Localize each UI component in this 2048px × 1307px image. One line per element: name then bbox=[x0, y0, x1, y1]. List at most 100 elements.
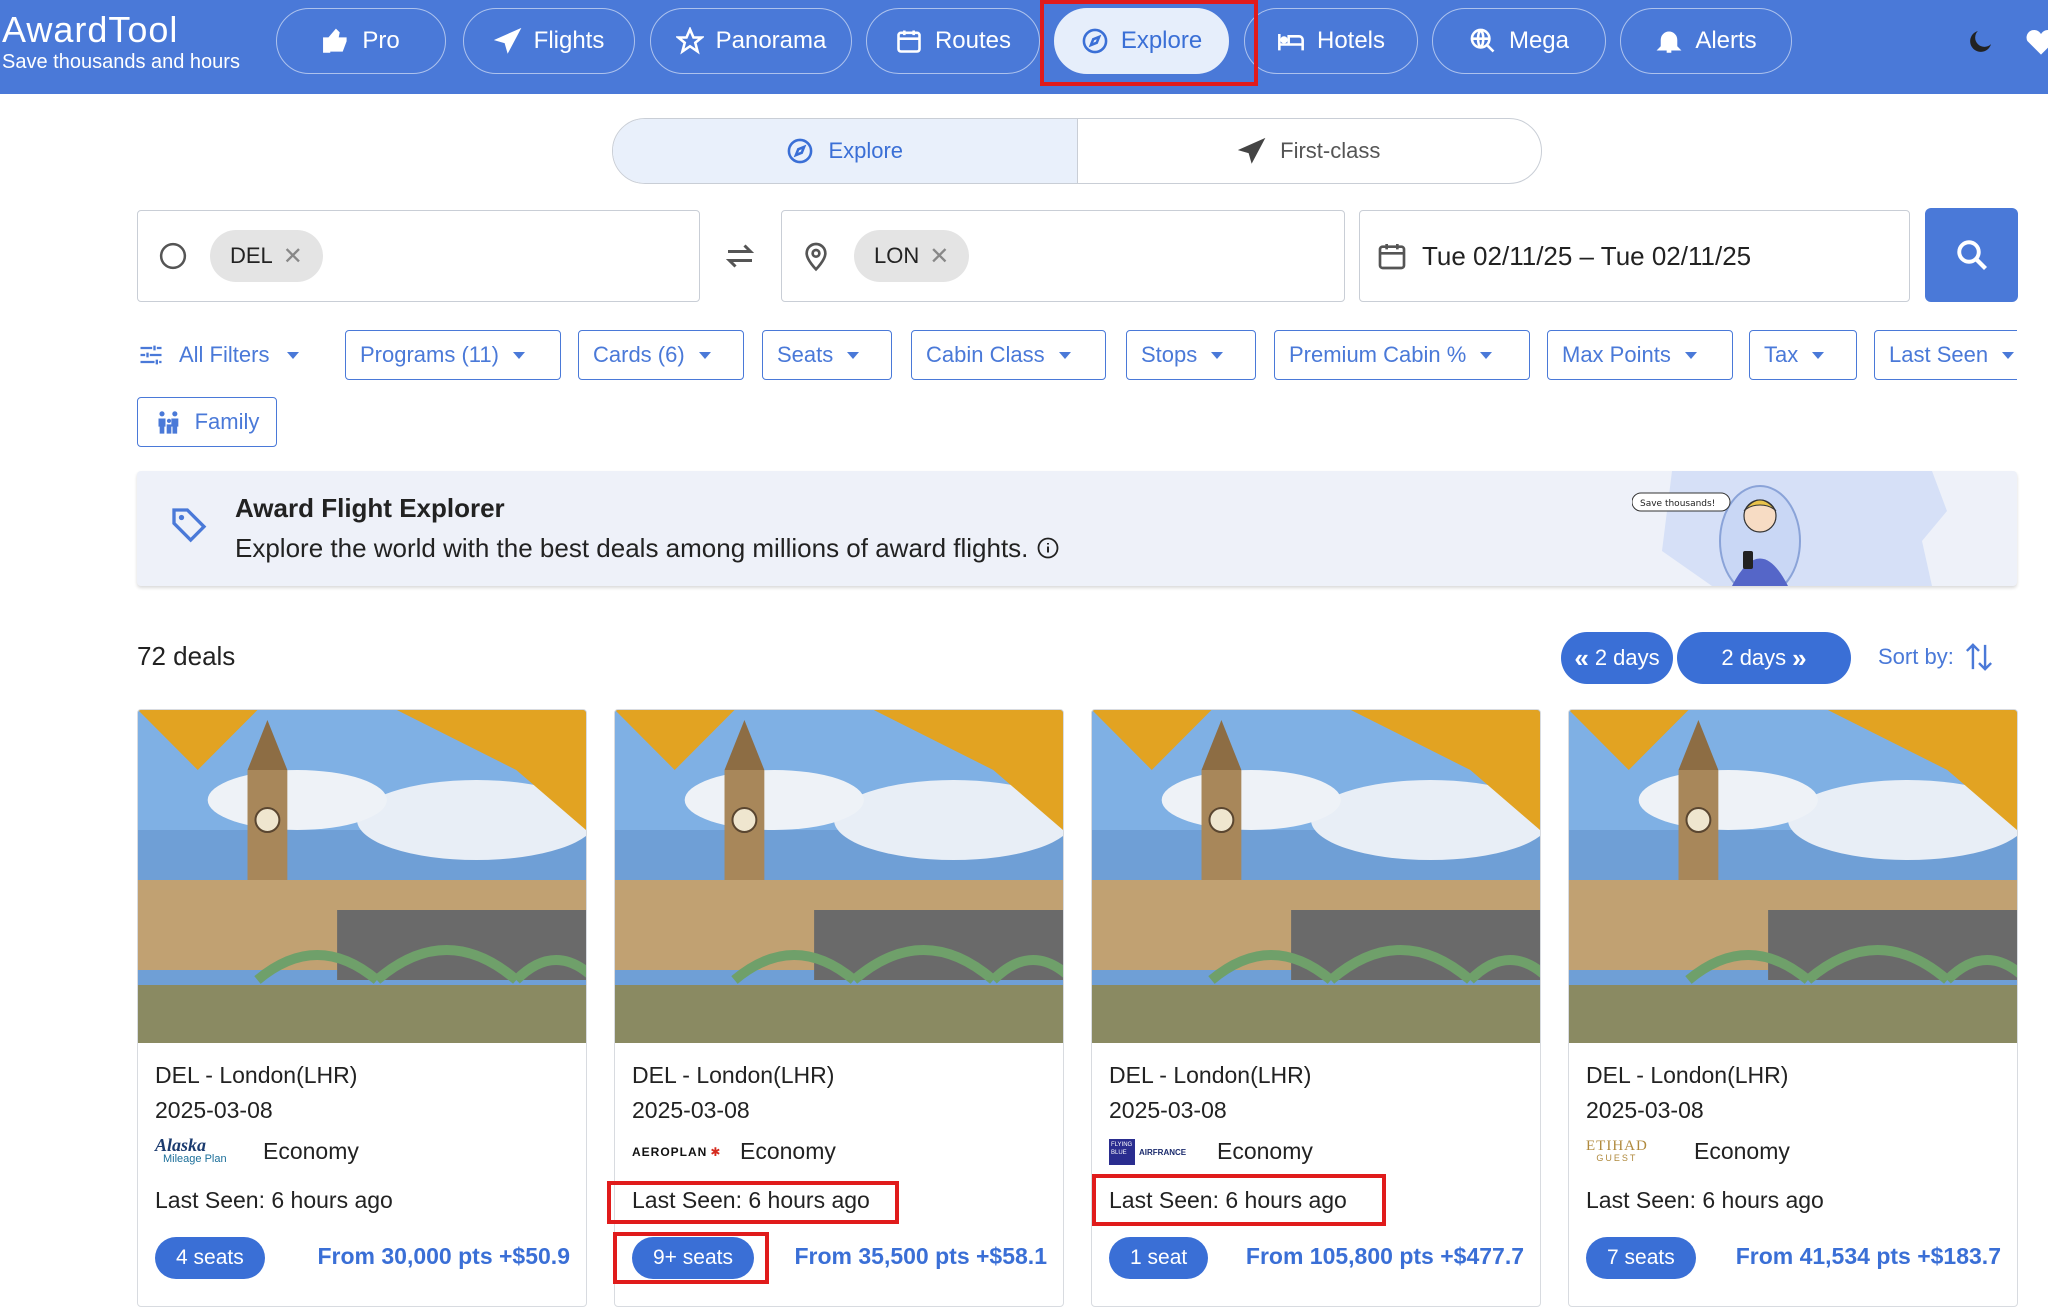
nav-flights[interactable]: Flights bbox=[463, 8, 635, 74]
deal-card[interactable]: DEL - London(LHR) 2025-03-08 AEROPLAN ✱ … bbox=[614, 709, 1064, 1307]
filter-label: Premium Cabin % bbox=[1289, 342, 1467, 367]
deal-card[interactable]: DEL - London(LHR) 2025-03-08 ETIHAD GUES… bbox=[1568, 709, 2018, 1307]
origin-field[interactable]: DEL ✕ bbox=[137, 210, 700, 302]
etihad-guest-logo: ETIHAD GUEST bbox=[1586, 1135, 1686, 1169]
sort-by-button[interactable]: Sort by: bbox=[1878, 640, 1994, 674]
card-route: DEL - London(LHR) bbox=[632, 1062, 835, 1088]
card-cabin: Economy bbox=[740, 1138, 836, 1164]
filter-label: Cabin Class bbox=[926, 342, 1045, 367]
destination-chip[interactable]: LON ✕ bbox=[854, 230, 970, 282]
nav-label: Alerts bbox=[1695, 27, 1757, 54]
thumbs-up-icon bbox=[323, 28, 347, 53]
family-button[interactable]: Family bbox=[137, 397, 277, 447]
plane-icon bbox=[493, 27, 522, 54]
aeroplan-logo: AEROPLAN ✱ bbox=[632, 1135, 732, 1169]
logo-subtext: FLYING BLUE bbox=[1109, 1139, 1135, 1165]
nav-mega[interactable]: Mega bbox=[1432, 8, 1606, 74]
brand[interactable]: AwardTool Save thousands and hours bbox=[2, 10, 240, 74]
globe-search-icon bbox=[1470, 28, 1495, 53]
filter-cabin-class[interactable]: Cabin Class bbox=[911, 330, 1106, 380]
card-date: 2025-03-08 bbox=[1109, 1097, 1227, 1123]
nav-label: Routes bbox=[934, 27, 1012, 54]
next-days-button[interactable]: 2 days » bbox=[1677, 632, 1851, 684]
next-days-label: 2 days bbox=[1721, 645, 1787, 670]
caret-down-icon bbox=[1480, 351, 1493, 359]
caret-down-icon bbox=[1812, 351, 1825, 359]
destination-chip-label: LON bbox=[874, 243, 920, 268]
seats-badge: 4 seats bbox=[155, 1237, 265, 1279]
card-price[interactable]: From 41,534 pts +$183.7 bbox=[1736, 1243, 2001, 1270]
card-price[interactable]: From 30,000 pts +$50.9 bbox=[317, 1243, 570, 1270]
card-price[interactable]: From 35,500 pts +$58.1 bbox=[794, 1243, 1047, 1270]
close-icon[interactable]: ✕ bbox=[929, 242, 949, 271]
double-chevron-left-icon: « bbox=[1574, 642, 1589, 673]
destination-field[interactable]: LON ✕ bbox=[781, 210, 1345, 302]
filter-seats[interactable]: Seats bbox=[762, 330, 892, 380]
search-button[interactable] bbox=[1925, 208, 2018, 302]
caret-down-icon bbox=[1684, 351, 1697, 359]
toggle-first-class[interactable]: First-class bbox=[1078, 119, 1542, 183]
swap-icon[interactable] bbox=[722, 238, 758, 274]
origin-chip-label: DEL bbox=[230, 243, 273, 268]
caret-down-icon bbox=[1211, 351, 1224, 359]
filter-label: Tax bbox=[1764, 342, 1799, 367]
nav-pro[interactable]: Pro bbox=[276, 8, 446, 74]
sort-arrows-icon bbox=[1965, 643, 1992, 671]
prev-days-button[interactable]: « 2 days bbox=[1561, 632, 1673, 684]
filter-bar: Programs (11) Cards (6) Seats Cabin Clas… bbox=[137, 330, 2017, 386]
compass-icon bbox=[1082, 28, 1108, 54]
explorer-banner: Award Flight Explorer Explore the world … bbox=[137, 471, 2017, 586]
origin-chip[interactable]: DEL ✕ bbox=[210, 230, 323, 282]
calendar-icon bbox=[897, 30, 921, 53]
alaska-mileage-plan-logo: Alaska Mileage Plan bbox=[155, 1135, 255, 1169]
nav-routes[interactable]: Routes bbox=[866, 8, 1040, 74]
nav-label: Explore bbox=[1120, 27, 1203, 54]
filter-label: Programs (11) bbox=[360, 342, 499, 367]
brand-subtitle: Save thousands and hours bbox=[2, 51, 240, 73]
filter-last-seen[interactable]: Last Seen bbox=[1874, 330, 2017, 380]
filter-max-points[interactable]: Max Points bbox=[1547, 330, 1733, 380]
filter-cards[interactable]: Cards (6) bbox=[578, 330, 744, 380]
date-range-field[interactable]: Tue 02/11/25 – Tue 02/11/25 bbox=[1359, 210, 1910, 302]
london-big-ben-image bbox=[615, 710, 1063, 1043]
plane-icon bbox=[1238, 137, 1266, 164]
card-date: 2025-03-08 bbox=[155, 1097, 273, 1123]
traveler-illustration: Save thousands! bbox=[1632, 471, 1947, 586]
search-icon bbox=[1956, 240, 1987, 270]
deal-card[interactable]: DEL - London(LHR) 2025-03-08 Alaska Mile… bbox=[137, 709, 587, 1307]
sort-by-label: Sort by: bbox=[1878, 644, 1954, 669]
toggle-explore-label: Explore bbox=[828, 138, 904, 163]
nav-hotels[interactable]: Hotels bbox=[1244, 8, 1418, 74]
nav-panorama[interactable]: Panorama bbox=[650, 8, 852, 74]
flying-blue-logo: FLYING BLUE AIRFRANCE bbox=[1109, 1135, 1209, 1169]
bell-icon bbox=[1656, 31, 1682, 53]
card-cabin: Economy bbox=[1694, 1138, 1790, 1164]
banner-description: Explore the world with the best deals am… bbox=[235, 533, 1060, 564]
family-label: Family bbox=[194, 409, 260, 434]
london-big-ben-image bbox=[1569, 710, 2017, 1043]
moon-icon[interactable] bbox=[1966, 26, 1996, 56]
nav-explore[interactable]: Explore bbox=[1054, 8, 1229, 74]
heart-icon[interactable] bbox=[2024, 26, 2048, 56]
card-date: 2025-03-08 bbox=[632, 1097, 750, 1123]
family-icon bbox=[158, 411, 178, 434]
banner-description-text: Explore the world with the best deals am… bbox=[235, 533, 1029, 563]
filter-premium-cabin[interactable]: Premium Cabin % bbox=[1274, 330, 1530, 380]
card-route: DEL - London(LHR) bbox=[1586, 1062, 1789, 1088]
banner-title: Award Flight Explorer bbox=[235, 493, 505, 523]
toggle-explore[interactable]: Explore bbox=[613, 119, 1078, 183]
filter-tax[interactable]: Tax bbox=[1749, 330, 1857, 380]
close-icon[interactable]: ✕ bbox=[283, 242, 303, 271]
card-price[interactable]: From 105,800 pts +$477.7 bbox=[1246, 1243, 1524, 1270]
logo-text: AEROPLAN bbox=[632, 1145, 708, 1159]
deal-card[interactable]: DEL - London(LHR) 2025-03-08 FLYING BLUE… bbox=[1091, 709, 1541, 1307]
filter-programs[interactable]: Programs (11) bbox=[345, 330, 561, 380]
caret-down-icon bbox=[1058, 351, 1071, 359]
nav-label: Flights bbox=[533, 27, 605, 54]
filter-stops[interactable]: Stops bbox=[1126, 330, 1256, 380]
seats-badge: 9+ seats bbox=[632, 1237, 754, 1279]
nav-alerts[interactable]: Alerts bbox=[1620, 8, 1792, 74]
star-icon bbox=[675, 27, 704, 55]
info-icon[interactable] bbox=[1036, 536, 1060, 560]
filter-label: Max Points bbox=[1562, 342, 1671, 367]
